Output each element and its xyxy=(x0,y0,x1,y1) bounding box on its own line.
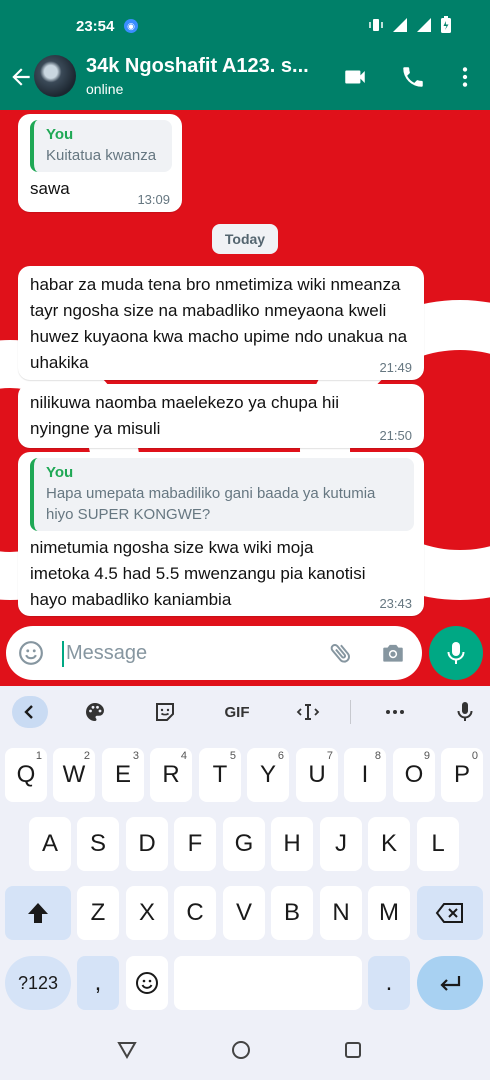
nav-recents-icon[interactable] xyxy=(344,1041,362,1059)
key-b[interactable]: B xyxy=(271,886,313,940)
key-f[interactable]: F xyxy=(174,817,216,871)
back-arrow-icon[interactable] xyxy=(8,64,34,90)
quote-author: You xyxy=(46,464,74,481)
key-h[interactable]: H xyxy=(271,817,313,871)
palette-icon[interactable] xyxy=(80,698,110,726)
message-bubble[interactable]: You Hapa umepata mabadiliko gani baada y… xyxy=(18,452,424,616)
key-s[interactable]: S xyxy=(77,817,119,871)
chevron-left-icon xyxy=(24,705,33,719)
key-i[interactable]: I8 xyxy=(344,748,386,802)
key-g[interactable]: G xyxy=(223,817,265,871)
more-options-icon[interactable] xyxy=(452,64,478,90)
voice-call-icon[interactable] xyxy=(400,64,426,90)
key-v[interactable]: V xyxy=(223,886,265,940)
shift-icon xyxy=(28,903,48,923)
text-cursor xyxy=(62,641,64,667)
keyboard-toolbar: GIF xyxy=(0,686,490,738)
period-key[interactable]: . xyxy=(368,956,410,1010)
emoji-key[interactable] xyxy=(126,956,168,1010)
message-time: 21:50 xyxy=(379,428,412,443)
key-m[interactable]: M xyxy=(368,886,410,940)
message-bubble[interactable]: habar za muda tena bro nmetimiza wiki nm… xyxy=(18,266,424,380)
camera-icon[interactable] xyxy=(380,640,406,666)
key-w[interactable]: W2 xyxy=(53,748,95,802)
emoji-icon[interactable] xyxy=(18,640,44,666)
signal-2-icon xyxy=(417,18,431,32)
key-l[interactable]: L xyxy=(417,817,459,871)
contact-avatar[interactable] xyxy=(34,55,76,97)
space-key[interactable] xyxy=(174,956,362,1010)
contact-name[interactable]: 34k Ngoshafit A123. s... xyxy=(86,55,336,78)
attach-icon[interactable] xyxy=(328,640,354,666)
nav-back-icon[interactable] xyxy=(116,1040,138,1060)
microphone-icon xyxy=(447,642,465,664)
key-j[interactable]: J xyxy=(320,817,362,871)
composer: Message xyxy=(0,620,490,686)
key-d[interactable]: D xyxy=(126,817,168,871)
key-z[interactable]: Z xyxy=(77,886,119,940)
key-c[interactable]: C xyxy=(174,886,216,940)
enter-key[interactable] xyxy=(417,956,483,1010)
status-time: 23:54 xyxy=(76,18,115,35)
chat-area[interactable]: You Kuitatua kwanza sawa 13:09 Today hab… xyxy=(0,110,490,686)
enter-icon xyxy=(440,976,461,991)
emoji-icon xyxy=(136,972,158,994)
message-time: 21:49 xyxy=(379,360,412,375)
gif-button[interactable]: GIF xyxy=(220,698,254,726)
key-o[interactable]: O9 xyxy=(393,748,435,802)
key-y[interactable]: Y6 xyxy=(247,748,289,802)
date-chip: Today xyxy=(212,224,278,254)
chat-header: 34k Ngoshafit A123. s... online xyxy=(0,50,490,110)
nav-home-icon[interactable] xyxy=(231,1040,251,1060)
sticker-icon[interactable] xyxy=(150,698,180,726)
keyboard: GIF Q1 W2 E3 R4 T5 Y6 U7 I8 O9 P0 A S D … xyxy=(0,686,490,1020)
message-text: nilikuwa naomba maelekezo ya chupa hii n… xyxy=(30,393,340,438)
key-e[interactable]: E3 xyxy=(102,748,144,802)
status-bar: 23:54 ◉ xyxy=(0,0,490,50)
key-k[interactable]: K xyxy=(368,817,410,871)
video-call-icon[interactable] xyxy=(342,64,368,90)
message-bubble[interactable]: nilikuwa naomba maelekezo ya chupa hii n… xyxy=(18,384,424,448)
quote-author: You xyxy=(46,126,74,143)
navigation-bar xyxy=(0,1020,490,1080)
text-cursor-control-icon[interactable] xyxy=(293,698,323,726)
backspace-icon xyxy=(435,903,463,923)
voice-message-button[interactable] xyxy=(429,626,483,680)
message-input[interactable]: Message xyxy=(6,626,422,680)
quote-text: Hapa umepata mabadiliko gani baada ya ku… xyxy=(46,485,376,523)
key-n[interactable]: N xyxy=(320,886,362,940)
battery-icon xyxy=(441,16,451,33)
contact-status: online xyxy=(86,81,124,97)
voice-typing-icon[interactable] xyxy=(450,698,480,726)
vibrate-icon xyxy=(369,19,383,31)
message-time: 23:43 xyxy=(379,596,412,611)
key-a[interactable]: A xyxy=(29,817,71,871)
key-u[interactable]: U7 xyxy=(296,748,338,802)
message-placeholder: Message xyxy=(66,642,148,664)
quoted-message[interactable]: You Hapa umepata mabadiliko gani baada y… xyxy=(30,458,414,531)
symbols-key[interactable]: ?123 xyxy=(5,956,71,1010)
shift-key[interactable] xyxy=(5,886,71,940)
toolbar-divider xyxy=(350,700,351,724)
key-p[interactable]: P0 xyxy=(441,748,483,802)
key-q[interactable]: Q1 xyxy=(5,748,47,802)
message-bubble[interactable]: You Kuitatua kwanza sawa 13:09 xyxy=(18,114,182,212)
key-t[interactable]: T5 xyxy=(199,748,241,802)
message-text: habar za muda tena bro nmetimiza wiki nm… xyxy=(30,275,408,372)
key-x[interactable]: X xyxy=(126,886,168,940)
cast-icon: ◉ xyxy=(124,19,138,33)
keyboard-collapse-button[interactable] xyxy=(12,696,48,728)
quoted-message[interactable]: You Kuitatua kwanza xyxy=(30,120,172,172)
message-time: 13:09 xyxy=(137,192,170,207)
comma-key[interactable]: , xyxy=(77,956,119,1010)
more-icon[interactable] xyxy=(380,698,410,726)
key-r[interactable]: R4 xyxy=(150,748,192,802)
quote-text: Kuitatua kwanza xyxy=(46,147,157,164)
message-text: nimetumia ngosha size kwa wiki moja imet… xyxy=(30,538,366,609)
signal-icon xyxy=(393,18,407,32)
system-icons xyxy=(368,16,452,34)
backspace-key[interactable] xyxy=(417,886,483,940)
